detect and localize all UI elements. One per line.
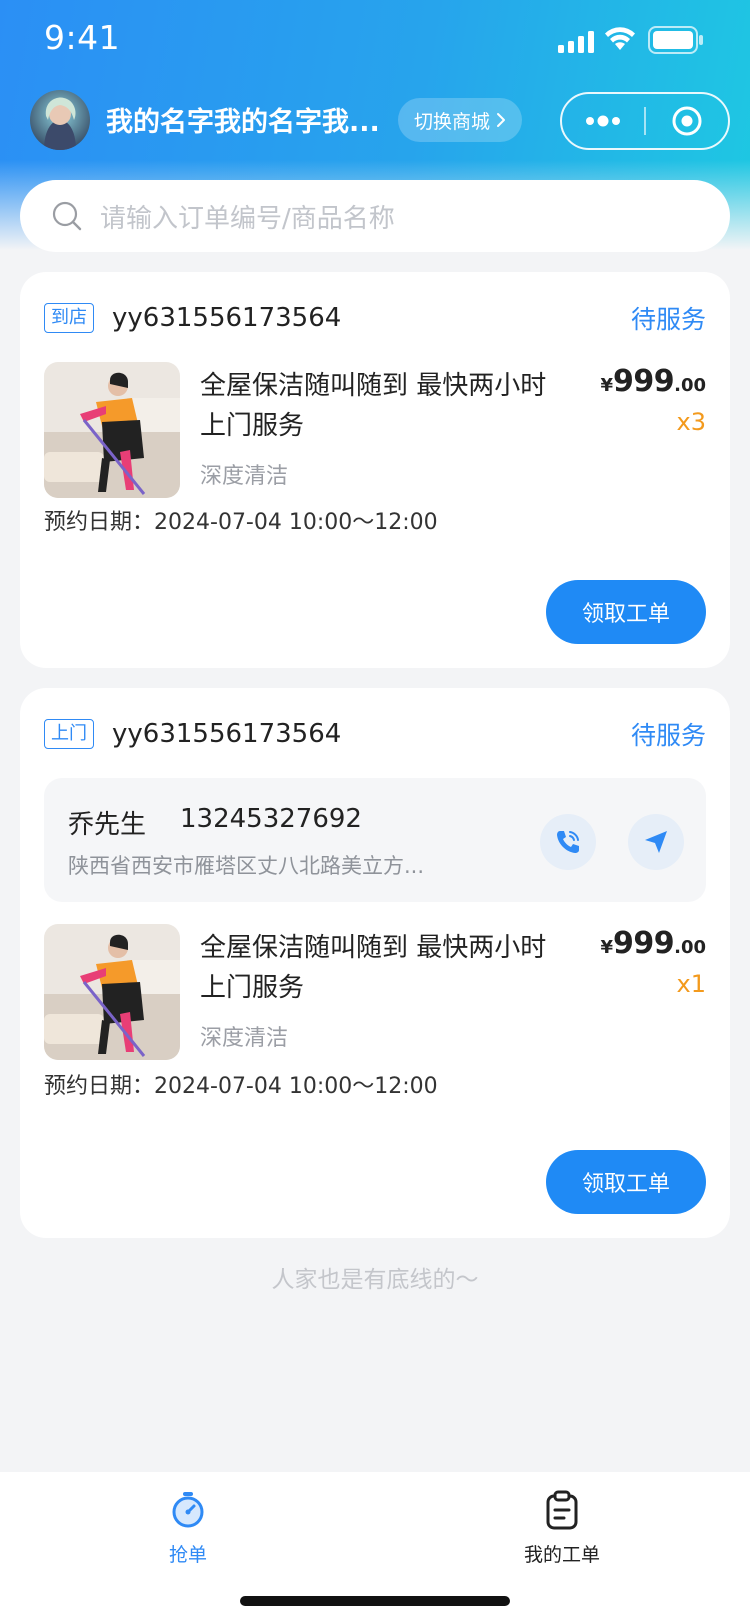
goods-item[interactable]: 全屋保洁随叫随到 最快两小时上门服务 深度清洁 ¥999.00 x1 xyxy=(44,924,706,1064)
order-card-header: 上门 yy631556173564 待服务 xyxy=(44,716,706,752)
navigate-button[interactable] xyxy=(628,814,684,870)
claim-order-button[interactable]: 领取工单 xyxy=(546,1150,706,1214)
order-card[interactable]: 到店 yy631556173564 待服务 全屋保洁随叫随到 最快两小时上门服务… xyxy=(20,272,730,668)
chevron-right-icon xyxy=(497,113,506,127)
goods-price: ¥999.00 xyxy=(600,364,706,399)
price-integer: 999 xyxy=(612,364,675,399)
battery-icon xyxy=(648,26,703,54)
end-of-list-tip: 人家也是有底线的～ xyxy=(271,1267,479,1293)
status-time: 9:41 xyxy=(44,18,121,57)
navigation-arrow-icon xyxy=(645,831,667,853)
goods-category: 深度清洁 xyxy=(200,464,289,489)
customer-address-box[interactable]: 乔先生 13245327692 陕西省西安市雁塔区丈八北路美立方... xyxy=(44,778,706,902)
wifi-icon xyxy=(605,27,635,50)
tab-my-orders[interactable]: 我的工单 xyxy=(502,1490,622,1567)
order-type-tag: 到店 xyxy=(44,303,94,333)
goods-quantity: x3 xyxy=(676,408,706,436)
order-number: yy631556173564 xyxy=(112,303,342,333)
order-card-header: 到店 yy631556173564 待服务 xyxy=(44,300,706,336)
tab-label: 我的工单 xyxy=(523,1544,600,1566)
goods-price: ¥999.00 xyxy=(600,926,706,961)
goods-title: 全屋保洁随叫随到 最快两小时上门服务 xyxy=(200,933,547,1003)
price-decimal: .00 xyxy=(674,375,706,396)
user-name: 我的名字我的名字我... xyxy=(106,107,380,138)
appointment-label: 预约日期： xyxy=(44,1074,155,1099)
tab-label: 抢单 xyxy=(168,1544,207,1566)
clipboard-icon xyxy=(546,1490,578,1530)
order-number: yy631556173564 xyxy=(112,719,342,749)
appointment-label: 预约日期： xyxy=(44,510,155,535)
close-button[interactable] xyxy=(646,94,728,148)
switch-mall-label: 切换商城 xyxy=(414,110,491,133)
claim-order-button[interactable]: 领取工单 xyxy=(546,580,706,644)
goods-quantity: x1 xyxy=(676,970,706,998)
order-type-tag: 上门 xyxy=(44,719,94,749)
appointment-date: 预约日期：2024-07-04 10:00～12:00 xyxy=(44,1068,438,1100)
mini-program-capsule xyxy=(560,92,730,150)
goods-category: 深度清洁 xyxy=(200,1026,289,1051)
tab-grab-orders[interactable]: 抢单 xyxy=(128,1490,248,1567)
target-close-icon xyxy=(672,106,702,136)
more-dots-icon xyxy=(586,115,620,127)
goods-image xyxy=(44,362,180,498)
contact-name: 乔先生 xyxy=(68,810,147,840)
goods-image xyxy=(44,924,180,1060)
order-card[interactable]: 上门 yy631556173564 待服务 乔先生 13245327692 陕西… xyxy=(20,688,730,1238)
avatar[interactable] xyxy=(30,90,90,150)
order-status: 待服务 xyxy=(630,305,706,334)
price-currency: ¥ xyxy=(600,375,613,396)
signal-icon xyxy=(558,31,594,53)
search-icon xyxy=(52,201,82,231)
search-bar[interactable]: 请输入订单编号/商品名称 xyxy=(20,180,730,252)
goods-title: 全屋保洁随叫随到 最快两小时上门服务 xyxy=(200,371,547,441)
phone-icon xyxy=(557,831,579,853)
stopwatch-icon xyxy=(172,1492,204,1528)
status-bar: 9:41 xyxy=(0,0,750,80)
switch-mall-button[interactable]: 切换商城 xyxy=(398,98,523,142)
appointment-date: 预约日期：2024-07-04 10:00～12:00 xyxy=(44,504,438,536)
order-status: 待服务 xyxy=(630,721,706,750)
price-decimal: .00 xyxy=(674,937,706,958)
price-currency: ¥ xyxy=(600,937,613,958)
home-indicator xyxy=(240,1596,510,1606)
more-button[interactable] xyxy=(562,94,644,148)
price-integer: 999 xyxy=(612,926,675,961)
page: 9:41 我的名字我的名字我... 切换商城 请输入订单编号/商品名称 到店 y… xyxy=(0,0,750,1624)
call-button[interactable] xyxy=(540,814,596,870)
appointment-value: 2024-07-04 10:00～12:00 xyxy=(154,510,438,535)
contact-phone: 13245327692 xyxy=(180,804,362,834)
goods-item[interactable]: 全屋保洁随叫随到 最快两小时上门服务 深度清洁 ¥999.00 x3 xyxy=(44,362,706,502)
appointment-value: 2024-07-04 10:00～12:00 xyxy=(154,1074,438,1099)
contact-address: 陕西省西安市雁塔区丈八北路美立方... xyxy=(68,854,425,878)
search-placeholder: 请输入订单编号/商品名称 xyxy=(100,203,395,234)
